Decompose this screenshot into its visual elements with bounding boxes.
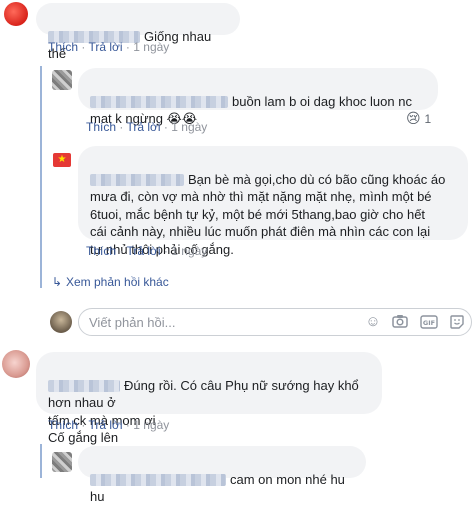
comment-actions: Thích · Trả lời · 1 ngày — [86, 244, 208, 258]
reply-arrow-icon: ↳ — [52, 275, 63, 289]
commenter-name-blurred[interactable] — [90, 174, 184, 187]
comment-bubble: buồn lam b oi dag khoc luon nc mat k ngừ… — [78, 68, 438, 126]
comment-bubble: Bạn bè mà gọi,cho dù có bão cũng khoác á… — [78, 146, 468, 257]
like-link[interactable]: Thích — [48, 40, 78, 54]
reply-link[interactable]: Trả lời — [126, 120, 160, 134]
comment-actions: Thích · Trả lời · 1 ngày — [86, 120, 208, 134]
avatar[interactable]: ★ — [52, 150, 72, 170]
sad-reaction-icon: 😢 — [406, 110, 421, 126]
commenter-name-blurred[interactable] — [90, 96, 228, 109]
timestamp[interactable]: 1 ngày — [133, 418, 169, 432]
avatar[interactable] — [52, 70, 72, 90]
like-link[interactable]: Thích — [86, 244, 116, 258]
flag-icon: ★ — [53, 153, 71, 167]
smiley-icon[interactable]: ☺ — [364, 314, 382, 330]
sticker-icon[interactable] — [448, 314, 466, 334]
reply-thread-line — [40, 444, 42, 478]
commenter-name-blurred[interactable] — [48, 380, 120, 393]
like-link[interactable]: Thích — [48, 418, 78, 432]
gif-icon[interactable]: GIF — [419, 315, 439, 333]
reply-thread-line — [40, 66, 42, 288]
reply-link[interactable]: Trả lời — [88, 418, 122, 432]
svg-text:GIF: GIF — [423, 319, 435, 327]
reply-link[interactable]: Trả lời — [88, 40, 122, 54]
like-link[interactable]: Thích — [86, 120, 116, 134]
reaction-count: 1 — [424, 112, 432, 126]
comment-bubble: cam on mon nhé hu hu — [78, 446, 366, 504]
avatar[interactable] — [4, 2, 28, 26]
timestamp[interactable]: 1 ngày — [171, 244, 207, 258]
avatar[interactable] — [2, 350, 30, 378]
comment-actions: Thích · Trả lời · 1 ngày — [48, 40, 170, 54]
reply-input-placeholder: Viết phản hồi... — [89, 315, 176, 330]
reaction-badge[interactable]: 😢 1 — [406, 110, 431, 127]
reply-link[interactable]: Trả lời — [126, 244, 160, 258]
current-user-avatar[interactable] — [50, 311, 72, 333]
reply-input[interactable]: Viết phản hồi... ☺ GIF — [78, 308, 472, 336]
comment-actions: Thích · Trả lời · 1 ngày — [48, 418, 170, 432]
camera-icon[interactable] — [391, 314, 409, 332]
more-replies-link[interactable]: ↳ Xem phản hồi khác — [52, 275, 169, 289]
commenter-name-blurred[interactable] — [90, 474, 226, 487]
timestamp[interactable]: 1 ngày — [171, 120, 207, 134]
comment-bubble: Giống nhau thế — [36, 3, 240, 61]
timestamp[interactable]: 1 ngày — [133, 40, 169, 54]
avatar[interactable] — [52, 452, 72, 472]
comment-bubble: Đúng rồi. Có câu Phụ nữ sướng hay khổ hơ… — [36, 352, 382, 445]
